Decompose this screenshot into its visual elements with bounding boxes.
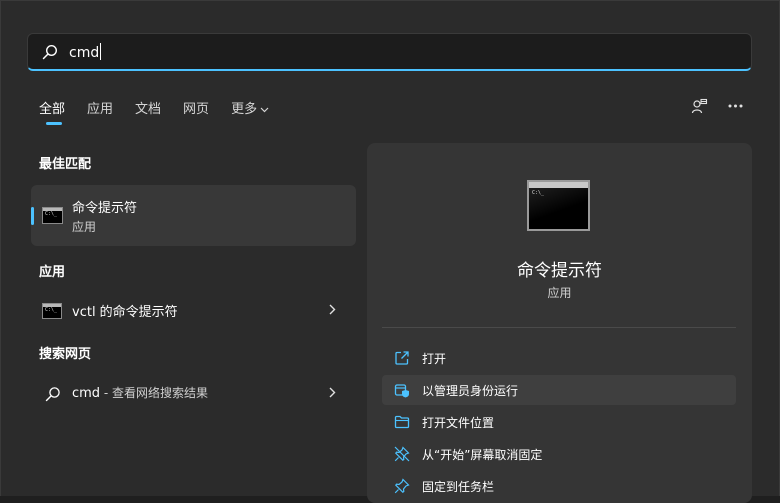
header-actions	[691, 98, 751, 116]
action-run-as-admin[interactable]: 以管理员身份运行	[382, 375, 736, 405]
start-search-panel: cmd 全部 应用 文档 网页 更多 最佳匹配 C:\_ 命令提示符 应用 应用…	[0, 0, 780, 503]
best-match-name: 命令提示符	[72, 201, 138, 216]
tab-apps[interactable]: 应用	[87, 98, 113, 117]
tab-web[interactable]: 网页	[183, 98, 209, 117]
divider	[382, 327, 736, 328]
search-icon	[45, 387, 60, 402]
app-result-vctl[interactable]: C:\_ vctl 的命令提示符	[31, 294, 356, 326]
command-prompt-icon: C:\_	[42, 303, 62, 319]
details-type: 应用	[547, 286, 572, 300]
action-unpin-from-start[interactable]: 从“开始”屏幕取消固定	[382, 439, 736, 469]
command-prompt-large-icon: C:\_	[527, 180, 590, 231]
best-match-item[interactable]: C:\_ 命令提示符 应用	[31, 185, 356, 246]
web-result-label: cmd - 查看网络搜索结果	[72, 386, 209, 401]
action-label: 从“开始”屏幕取消固定	[422, 448, 543, 462]
action-label: 固定到任务栏	[422, 480, 495, 494]
action-label: 以管理员身份运行	[422, 384, 519, 398]
more-options-icon[interactable]	[728, 104, 743, 108]
search-input[interactable]: cmd	[69, 43, 102, 61]
active-tab-indicator	[46, 122, 62, 125]
search-box[interactable]: cmd	[27, 33, 752, 71]
details-pane: C:\_ 命令提示符 应用 打开 以管理员身份运行	[367, 143, 752, 503]
section-title-apps: 应用	[39, 265, 66, 280]
chevron-right-icon[interactable]	[329, 387, 336, 398]
section-title-best-match: 最佳匹配	[39, 157, 92, 172]
account-switch-icon[interactable]	[691, 98, 708, 115]
tab-documents[interactable]: 文档	[135, 98, 161, 117]
pin-icon	[394, 478, 410, 494]
selection-indicator	[31, 207, 34, 225]
best-match-type: 应用	[72, 220, 97, 234]
command-prompt-icon: C:\_	[42, 207, 63, 224]
open-external-icon	[395, 351, 409, 365]
chevron-right-icon[interactable]	[329, 304, 336, 315]
tab-more[interactable]: 更多	[231, 98, 269, 117]
chevron-down-icon	[260, 107, 269, 113]
web-search-result[interactable]: cmd - 查看网络搜索结果	[31, 377, 356, 409]
action-open-file-location[interactable]: 打开文件位置	[382, 407, 736, 437]
details-title: 命令提示符	[517, 261, 602, 281]
folder-icon	[394, 415, 410, 429]
app-result-label: vctl 的命令提示符	[72, 305, 178, 320]
action-open[interactable]: 打开	[382, 343, 736, 373]
unpin-icon	[394, 446, 410, 462]
filter-tabs: 全部 应用 文档 网页 更多	[39, 98, 291, 125]
section-title-web: 搜索网页	[39, 347, 92, 362]
action-pin-to-taskbar[interactable]: 固定到任务栏	[382, 471, 736, 501]
action-label: 打开文件位置	[422, 416, 495, 430]
action-label: 打开	[422, 352, 447, 366]
tab-all[interactable]: 全部	[39, 98, 65, 125]
text-caret	[100, 43, 102, 60]
search-icon	[42, 44, 58, 60]
admin-shield-icon	[394, 384, 409, 398]
